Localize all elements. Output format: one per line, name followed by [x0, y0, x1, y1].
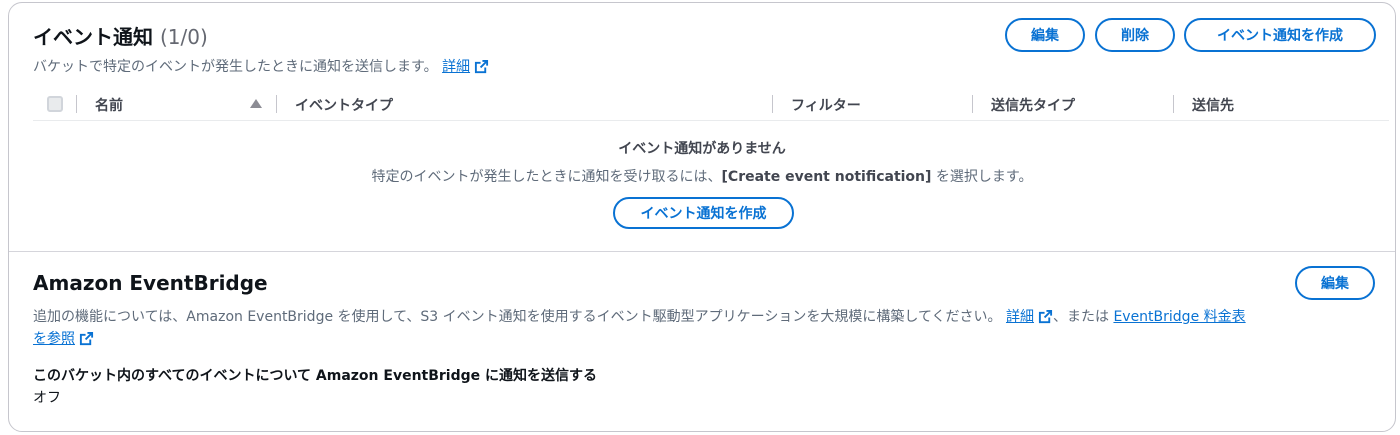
delete-button[interactable]: 削除 [1095, 18, 1175, 52]
eventbridge-section: Amazon EventBridge 編集 追加の機能については、Amazon … [9, 252, 1395, 432]
eventbridge-info-link[interactable]: 詳細 [1006, 309, 1034, 325]
sort-ascending-icon[interactable] [250, 99, 262, 108]
notifications-table-header: 名前 イベントタイプ フィルター 送信先タイプ 送信先 [33, 91, 1389, 121]
column-separator [76, 95, 77, 113]
column-header-destination[interactable]: 送信先 [1192, 91, 1234, 119]
event-notification-panel: イベント通知 (1/0) バケットで特定のイベントが発生したときに通知を送信しま… [8, 2, 1396, 432]
empty-desc-prefix: 特定のイベントが発生したときに通知を受け取るには、 [371, 169, 722, 185]
description-text: バケットで特定のイベントが発生したときに通知を送信します。 [33, 59, 438, 75]
select-all-checkbox[interactable] [47, 96, 63, 112]
eventbridge-edit-button[interactable]: 編集 [1295, 266, 1375, 300]
column-header-filter-label: フィルター [791, 98, 861, 114]
column-separator [276, 95, 277, 113]
empty-state-title: イベント通知がありません [618, 141, 786, 157]
column-header-event-type-label: イベントタイプ [295, 98, 393, 114]
external-link-icon[interactable] [474, 59, 489, 74]
section-title-text: イベント通知 [33, 25, 153, 49]
edit-button[interactable]: 編集 [1005, 18, 1085, 52]
column-header-destination-label: 送信先 [1192, 98, 1234, 114]
eventbridge-description-line2: を参照 [33, 329, 94, 349]
event-notifications-section: イベント通知 (1/0) バケットで特定のイベントが発生したときに通知を送信しま… [9, 3, 1395, 251]
empty-desc-bold: [Create event notification] [721, 169, 932, 185]
empty-state-create-button[interactable]: イベント通知を作成 [613, 197, 794, 229]
pricing-link-continued[interactable]: を参照 [33, 331, 75, 347]
empty-state-description: 特定のイベントが発生したときに通知を受け取るには、[Create event n… [9, 166, 1395, 186]
empty-desc-suffix: を選択します。 [931, 169, 1033, 185]
external-link-icon[interactable] [1038, 309, 1053, 324]
column-separator [972, 95, 973, 113]
eventbridge-description-text: 追加の機能については、Amazon EventBridge を使用して、S3 イ… [33, 309, 1002, 325]
eventbridge-title: Amazon EventBridge [33, 271, 268, 295]
column-header-event-type[interactable]: イベントタイプ [295, 91, 393, 119]
pricing-link[interactable]: EventBridge 料金表 [1113, 309, 1245, 325]
column-header-name[interactable]: 名前 [95, 91, 123, 119]
section-description: バケットで特定のイベントが発生したときに通知を送信します。 詳細 [33, 57, 489, 77]
column-header-destination-type[interactable]: 送信先タイプ [991, 91, 1075, 119]
external-link-icon[interactable] [79, 331, 94, 346]
info-link[interactable]: 詳細 [442, 59, 470, 75]
eventbridge-field-label: このバケット内のすべてのイベントについて Amazon EventBridge … [33, 368, 598, 384]
create-event-notification-button[interactable]: イベント通知を作成 [1184, 18, 1376, 52]
eventbridge-description-line1: 追加の機能については、Amazon EventBridge を使用して、S3 イ… [33, 307, 1246, 327]
section-title: イベント通知 (1/0) [33, 21, 208, 50]
column-separator [772, 95, 773, 113]
column-header-name-label: 名前 [95, 98, 123, 114]
column-separator [1173, 95, 1174, 113]
notification-count: (1/0) [159, 25, 208, 49]
eventbridge-field-value: オフ [33, 390, 61, 406]
column-header-destination-type-label: 送信先タイプ [991, 98, 1075, 114]
column-header-filter[interactable]: フィルター [791, 91, 861, 119]
or-text: 、または [1052, 309, 1109, 325]
